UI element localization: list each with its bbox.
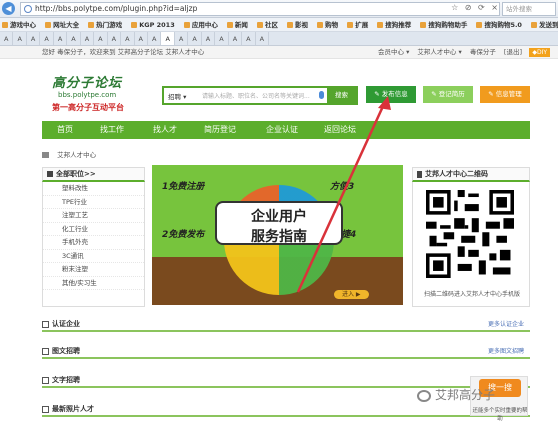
annotation-arrow xyxy=(296,96,391,293)
